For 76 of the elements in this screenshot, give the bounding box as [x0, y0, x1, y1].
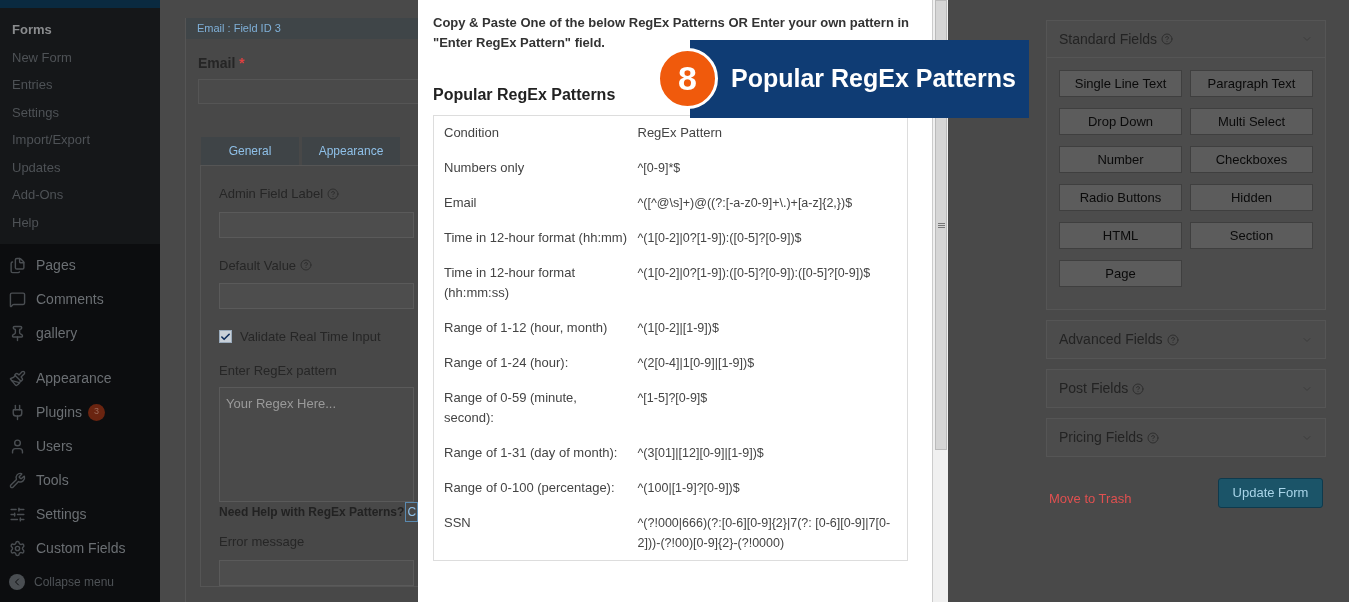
pin-icon — [9, 324, 26, 342]
field-type-button[interactable]: Checkboxes — [1190, 146, 1313, 173]
collapse-menu[interactable]: Collapse menu — [0, 565, 160, 599]
submenu-item[interactable]: Updates — [0, 153, 160, 181]
table-cell: Numbers only — [433, 150, 638, 185]
tab[interactable]: Appearance — [302, 137, 400, 165]
table-cell: Range of 1-12 (hour, month) — [433, 310, 638, 345]
field-type-button[interactable]: Drop Down — [1059, 108, 1182, 135]
field-type-button[interactable]: Multi Select — [1190, 108, 1313, 135]
field-type-button[interactable]: Paragraph Text — [1190, 70, 1313, 97]
help-icon — [1132, 382, 1145, 395]
table-cell: ^(100|[1-9]?[0-9])$ — [637, 470, 908, 505]
table-cell: Range of 1-31 (day of month): — [433, 435, 638, 470]
submenu-item[interactable]: Forms — [0, 16, 160, 44]
table-cell: ^(2[0-4]|1[0-9]|[1-9])$ — [637, 345, 908, 380]
column-header: Condition — [433, 115, 638, 150]
table-cell: Range of 0-59 (minute, second): — [433, 380, 638, 435]
table-cell: Time in 12-hour format (hh:mm:ss) — [433, 255, 638, 310]
table-cell: Time in 12-hour format (hh:mm) — [433, 220, 638, 255]
table-cell: ^[0-9]*$ — [637, 150, 908, 185]
field-type-button[interactable]: Hidden — [1190, 184, 1313, 211]
checkbox[interactable] — [219, 330, 232, 344]
table-cell: ^(?!000|666)(?:[0-6][0-9]{2}|7(?: [0-6][0-9]|7[0-2]))-(?!00)[0-9]{2}-(?!0000) — [637, 505, 908, 561]
field-type-button[interactable]: Section — [1190, 222, 1313, 249]
submenu-item[interactable]: Entries — [0, 71, 160, 99]
wrench-icon — [9, 471, 26, 489]
field-header: Email : Field ID 3 — [186, 18, 418, 39]
help-icon — [1166, 333, 1179, 346]
count-badge: 3 — [87, 403, 105, 421]
table-cell: ^(1[0-2]|[1-9])$ — [637, 310, 908, 345]
paintbrush-icon — [9, 369, 26, 387]
user-icon — [9, 437, 26, 455]
trash-link[interactable]: Move to Trash — [1049, 489, 1132, 509]
update-button[interactable]: Update Form — [1218, 477, 1323, 508]
submenu-item[interactable]: Import/Export — [0, 126, 160, 154]
column-header: RegEx Pattern — [637, 115, 908, 150]
field-type-button[interactable]: Single Line Text — [1059, 70, 1182, 97]
menu-item[interactable]: Appearance — [0, 361, 160, 395]
table-cell: Range of 0-100 (percentage): — [433, 470, 638, 505]
section-heading: Popular RegEx Patterns — [433, 85, 616, 105]
field-type-button[interactable]: HTML — [1059, 222, 1182, 249]
sliders-icon — [9, 505, 26, 523]
menu-item[interactable]: Plugins 3 — [0, 395, 160, 429]
submenu-item[interactable]: Settings — [0, 98, 160, 126]
field-type-button[interactable]: Radio Buttons — [1059, 184, 1182, 211]
menu-item[interactable]: gallery — [0, 316, 160, 350]
table-cell: Range of 1-24 (hour): — [433, 345, 638, 380]
menu-item[interactable]: Comments — [0, 282, 160, 316]
menu-item[interactable]: Tools — [0, 463, 160, 497]
submenu-item[interactable]: Add-Ons — [0, 181, 160, 209]
table-cell: ^[1-5]?[0-9]$ — [637, 380, 908, 435]
table-cell: ^(1[0-2]|0?[1-9]):([0-5]?[0-9])$ — [637, 220, 908, 255]
menu-item[interactable]: Users — [0, 429, 160, 463]
pages-icon — [9, 256, 26, 274]
submenu-item[interactable]: New Form — [0, 43, 160, 71]
table-cell: Email — [433, 185, 638, 220]
submenu-item[interactable]: Help — [0, 208, 160, 236]
input-field[interactable] — [198, 79, 418, 104]
menu-item[interactable]: Custom Fields — [0, 531, 160, 565]
field-type-button[interactable]: Page — [1059, 260, 1182, 287]
collapse-icon — [9, 574, 25, 590]
help-icon — [1161, 33, 1174, 45]
table-cell: ^(3[01]|[12][0-9]|[1-9])$ — [637, 435, 908, 470]
menu-item[interactable]: Settings — [0, 497, 160, 531]
menu-item[interactable]: Pages — [0, 248, 160, 282]
table-cell: SSN — [433, 505, 638, 561]
help-icon — [1147, 431, 1160, 444]
gear-icon — [9, 539, 26, 557]
help-link[interactable]: C — [405, 502, 418, 522]
table-cell: ^([^@\s]+)@((?:[-a-z0-9]+\.)+[a-z]{2,})$ — [637, 185, 908, 220]
table-cell: ^(1[0-2]|0?[1-9]):([0-5]?[0-9]):([0-5]?[0-9])$ — [637, 255, 908, 310]
speech-bubble-icon — [9, 290, 26, 308]
grip-icon — [937, 222, 945, 228]
field-type-button[interactable]: Number — [1059, 146, 1182, 173]
regex-textarea[interactable]: Your Regex Here... — [219, 387, 414, 502]
tab[interactable]: General — [201, 137, 299, 165]
